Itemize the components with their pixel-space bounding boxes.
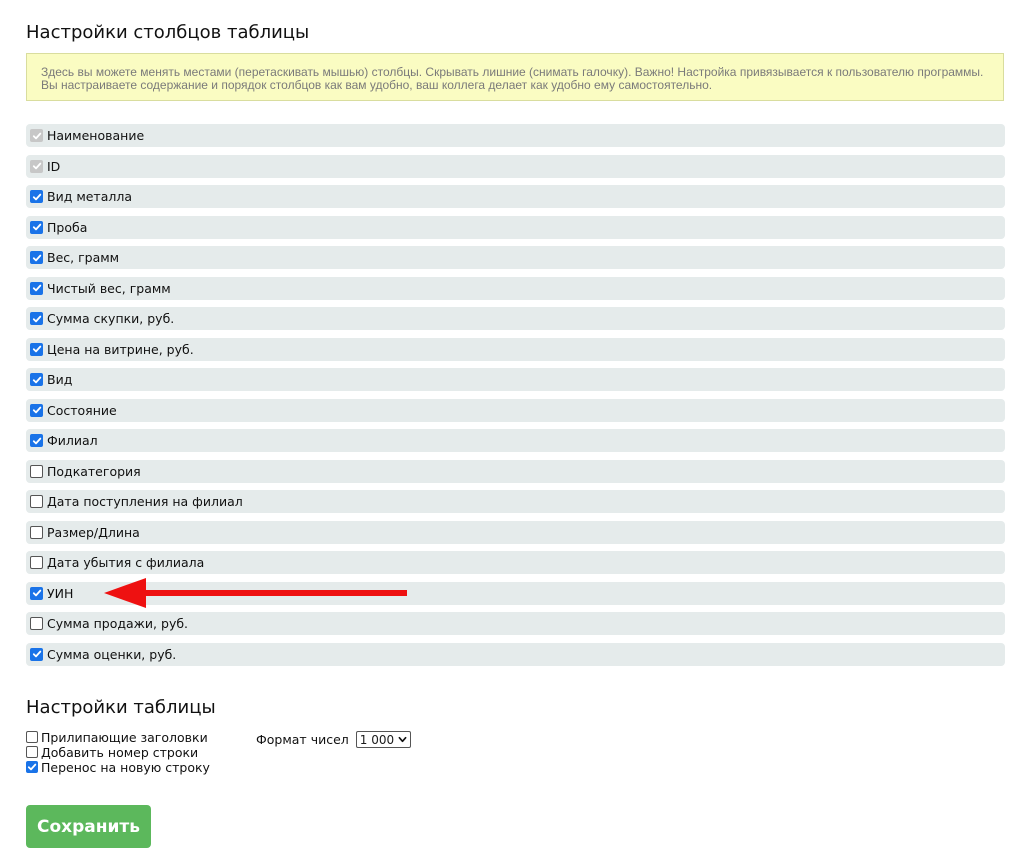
column-row-label: Чистый вес, грамм — [47, 280, 171, 296]
checkbox-checked — [30, 159, 43, 173]
table-option-label: Добавить номер строки — [41, 744, 199, 760]
column-row-label: Вес, грамм — [47, 250, 120, 265]
column-row[interactable]: Вид металла — [26, 185, 1005, 208]
number-format-group: Формат чисел 1 000 — [256, 731, 412, 748]
column-row-label: УИН — [47, 585, 74, 601]
table-option-row[interactable]: Перенос на новую строку — [26, 759, 210, 775]
info-notice: Здесь вы можете менять местами (перетаск… — [26, 53, 1004, 101]
column-row[interactable]: Филиал — [26, 429, 1005, 452]
column-row[interactable]: Цена на витрине, руб. — [26, 337, 1005, 361]
column-row-label: Вид — [47, 372, 73, 387]
checkbox-checked[interactable] — [30, 342, 43, 356]
checkbox-checked[interactable] — [30, 220, 43, 234]
column-row-label: Сумма продажи, руб. — [47, 616, 189, 631]
checkbox-checked[interactable] — [30, 190, 43, 203]
column-row[interactable]: Вес, грамм — [26, 246, 1005, 269]
checkbox-checked[interactable] — [30, 373, 43, 386]
column-row-label: ID — [47, 158, 61, 174]
checkbox[interactable] — [30, 495, 43, 508]
checkmark-icon — [32, 193, 41, 200]
column-row-label: Состояние — [47, 402, 117, 418]
checkbox-checked[interactable] — [30, 251, 43, 264]
column-row-label: Наименование — [47, 128, 145, 143]
column-row[interactable]: Состояние — [26, 398, 1005, 422]
checkbox[interactable] — [30, 464, 43, 478]
column-row-label: Вид металла — [47, 189, 133, 204]
checkbox[interactable] — [26, 746, 38, 758]
save-button[interactable]: Сохранить — [26, 805, 151, 848]
column-row-label: Подкатегория — [47, 463, 141, 479]
column-row[interactable]: Сумма скупки, руб. — [26, 307, 1005, 330]
checkmark-icon — [27, 763, 37, 771]
checkmark-icon — [32, 315, 41, 322]
table-settings-title: Настройки таблицы — [26, 697, 216, 718]
checkbox-checked[interactable] — [30, 403, 43, 417]
checkmark-icon — [32, 376, 41, 383]
checkmark-icon — [32, 437, 41, 444]
checkmark-icon — [32, 650, 41, 658]
column-row-label: Филиал — [47, 433, 98, 448]
column-row[interactable]: Размер/Длина — [26, 520, 1005, 544]
table-option-label: Прилипающие заголовки — [41, 729, 208, 745]
checkmark-icon — [32, 162, 41, 170]
checkbox[interactable] — [30, 617, 43, 630]
column-row-label: Сумма оценки, руб. — [47, 646, 177, 662]
column-row[interactable]: Проба — [26, 215, 1005, 239]
table-option-label: Перенос на новую строку — [41, 759, 210, 775]
column-row[interactable]: Дата убытия с филиала — [26, 551, 1005, 574]
checkbox-checked[interactable] — [26, 761, 38, 773]
column-row-label: Размер/Длина — [47, 524, 140, 540]
column-row-label: Дата поступления на филиал — [47, 494, 243, 509]
page: Настройки столбцов таблицы Здесь вы може… — [0, 0, 1024, 864]
column-row-label: Цена на витрине, руб. — [47, 341, 194, 357]
column-row[interactable]: Вид — [26, 368, 1005, 391]
checkmark-icon — [32, 284, 41, 292]
checkmark-icon — [32, 254, 41, 261]
column-row[interactable]: Наименование — [26, 124, 1005, 147]
number-format-select[interactable]: 1 000 — [355, 731, 412, 748]
checkbox[interactable] — [30, 556, 43, 569]
column-row-label: Проба — [47, 219, 88, 235]
checkmark-icon — [32, 406, 41, 414]
chevron-down-icon — [398, 736, 407, 743]
table-option-row[interactable]: Добавить номер строки — [26, 744, 210, 760]
checkmark-icon — [32, 345, 41, 353]
column-row[interactable]: Подкатегория — [26, 459, 1005, 483]
checkbox-checked[interactable] — [30, 586, 43, 600]
number-format-label: Формат чисел — [256, 732, 349, 747]
column-row[interactable]: Дата поступления на филиал — [26, 490, 1005, 513]
column-row[interactable]: Чистый вес, грамм — [26, 276, 1005, 300]
checkbox-checked[interactable] — [30, 312, 43, 325]
number-format-value: 1 000 — [359, 732, 395, 747]
table-options-group: Прилипающие заголовки Добавить номер стро… — [26, 730, 210, 775]
checkmark-icon — [32, 132, 41, 139]
column-row[interactable]: Сумма продажи, руб. — [26, 612, 1005, 635]
checkmark-icon — [32, 589, 41, 597]
columns-settings-title: Настройки столбцов таблицы — [26, 22, 310, 43]
checkbox-checked[interactable] — [30, 434, 43, 447]
checkbox[interactable] — [30, 525, 43, 539]
red-arrow-icon — [104, 578, 407, 608]
column-row-label: Сумма скупки, руб. — [47, 311, 175, 326]
column-row-label: Дата убытия с филиала — [47, 555, 205, 570]
checkmark-icon — [32, 223, 41, 231]
table-option-row[interactable]: Прилипающие заголовки — [26, 729, 210, 745]
checkbox[interactable] — [26, 731, 38, 743]
column-row[interactable]: Сумма оценки, руб. — [26, 642, 1005, 666]
checkbox-checked — [30, 129, 43, 142]
checkbox-checked[interactable] — [30, 647, 43, 661]
column-row[interactable]: ID — [26, 154, 1005, 178]
checkbox-checked[interactable] — [30, 281, 43, 295]
